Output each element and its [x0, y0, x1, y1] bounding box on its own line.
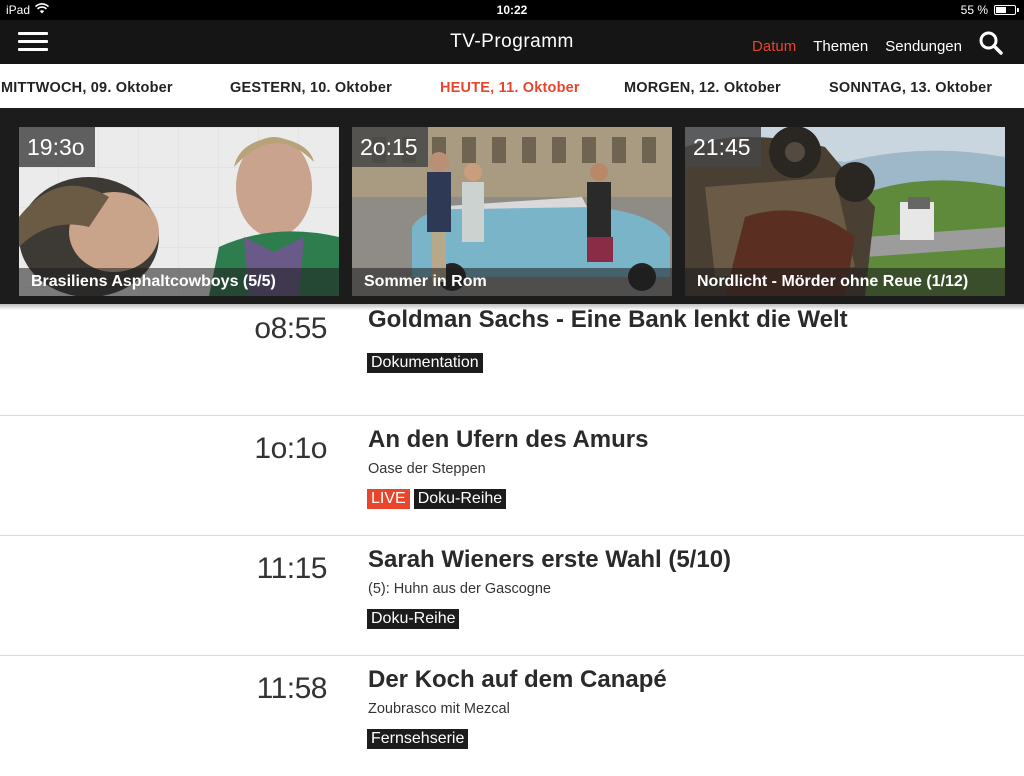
program-time: 11:58 — [256, 672, 328, 705]
genre-tag: Doku-Reihe — [367, 609, 460, 629]
teaser-title: Nordlicht - Mörder ohne Reue (1/12) — [685, 268, 1005, 296]
hamburger-icon[interactable] — [18, 30, 48, 54]
program-title: Der Koch auf dem Canapé — [368, 666, 667, 693]
teaser-title: Sommer in Rom — [352, 268, 672, 296]
nav-link-themen[interactable]: Themen — [813, 38, 868, 55]
teaser-card[interactable]: 19:3o Brasiliens Asphaltcowboys (5/5) — [19, 127, 339, 296]
teaser-time: 2o:15 — [352, 127, 428, 167]
genre-tag: Dokumentation — [367, 353, 483, 373]
teaser-title: Brasiliens Asphaltcowboys (5/5) — [19, 268, 339, 296]
day-tab-tomorrow[interactable]: MORGEN, 12. Oktober — [624, 80, 781, 96]
day-tab-today[interactable]: HEUTE, 11. Oktober — [440, 80, 580, 96]
program-title: Goldman Sachs - Eine Bank lenkt die Welt — [368, 306, 848, 333]
status-bar: iPad 10:22 55 % — [0, 0, 1024, 20]
battery-icon — [994, 5, 1019, 15]
nav-link-sendungen[interactable]: Sendungen — [885, 38, 962, 55]
program-row[interactable]: 11:15 Sarah Wieners erste Wahl (5/10) (5… — [0, 536, 1024, 656]
search-icon[interactable] — [978, 30, 1004, 56]
battery-percentage: 55 % — [960, 3, 988, 17]
program-time: 1o:1o — [254, 432, 327, 465]
day-tab-wednesday[interactable]: MITTWOCH, 09. Oktober — [1, 80, 173, 96]
program-row[interactable]: o8:55 Goldman Sachs - Eine Bank lenkt di… — [0, 296, 1024, 416]
nav-links: Datum Themen Sendungen — [752, 38, 962, 55]
genre-tag: Doku-Reihe — [413, 489, 507, 509]
program-title: Sarah Wieners erste Wahl (5/10) — [368, 546, 732, 573]
program-subtitle: Oase der Steppen — [368, 461, 486, 477]
genre-tag: Fernsehserie — [367, 729, 469, 749]
nav-bar: TV-Programm Datum Themen Sendungen — [0, 20, 1024, 64]
program-time: o8:55 — [254, 312, 327, 345]
program-title: An den Ufern des Amurs — [368, 426, 649, 453]
program-subtitle: (5): Huhn aus der Gascogne — [368, 581, 551, 597]
program-time: 11:15 — [256, 552, 328, 585]
nav-link-datum[interactable]: Datum — [752, 38, 796, 55]
teaser-card[interactable]: 2o:15 Sommer in Rom — [352, 127, 672, 296]
clock: 10:22 — [496, 3, 528, 17]
program-row[interactable]: 11:58 Der Koch auf dem Canapé Zoubrasco … — [0, 656, 1024, 776]
teaser-card[interactable]: 21:45 Nordlicht - Mörder ohne Reue (1/12… — [685, 127, 1005, 296]
program-subtitle: Zoubrasco mit Mezcal — [368, 701, 510, 717]
day-selector: MITTWOCH, 09. Oktober GESTERN, 10. Oktob… — [0, 64, 1024, 108]
live-badge: LIVE — [367, 489, 410, 509]
teaser-time: 21:45 — [685, 127, 761, 167]
day-tab-yesterday[interactable]: GESTERN, 10. Oktober — [230, 80, 392, 96]
teaser-strip: 19:3o Brasiliens Asphaltcowboys (5/5) 2o… — [0, 108, 1024, 304]
program-row[interactable]: 1o:1o An den Ufern des Amurs Oase der St… — [0, 416, 1024, 536]
teaser-time: 19:3o — [19, 127, 95, 167]
day-tab-sunday[interactable]: SONNTAG, 13. Oktober — [829, 80, 992, 96]
